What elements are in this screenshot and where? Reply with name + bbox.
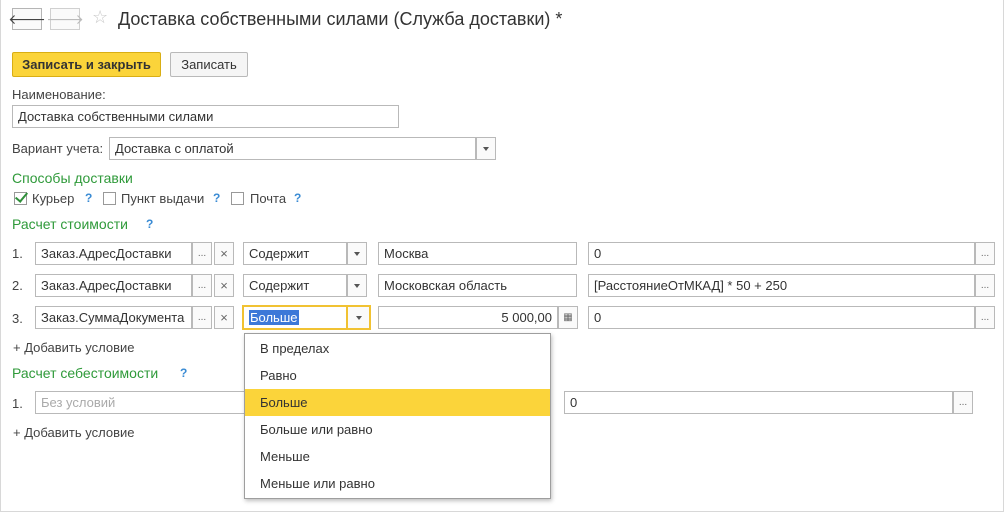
accounting-dropdown-button[interactable] — [476, 137, 496, 160]
row-condition-select[interactable]: Содержит — [243, 242, 347, 265]
row-number: 2. — [12, 278, 23, 293]
checkbox-pickup[interactable] — [103, 192, 116, 205]
checkbox-pickup-label: Пункт выдачи — [121, 191, 205, 206]
row-field-input[interactable]: Заказ.АдресДоставки — [35, 274, 192, 297]
row-condition-dropdown-button[interactable] — [347, 242, 367, 265]
name-input[interactable]: Доставка собственными силами — [12, 105, 399, 128]
row-field-clear-button[interactable]: × — [214, 274, 234, 297]
row-number: 1. — [12, 396, 23, 411]
row-condition-select[interactable]: Содержит — [243, 274, 347, 297]
row-field-select-button[interactable]: ... — [192, 242, 212, 265]
add-condition-link[interactable]: + Добавить условие — [13, 425, 134, 440]
row-field-clear-button[interactable]: × — [214, 242, 234, 265]
close-icon: × — [220, 246, 228, 261]
row-number: 1. — [12, 246, 23, 261]
help-icon[interactable]: ? — [294, 191, 301, 205]
row-field-input[interactable]: Заказ.СуммаДокумента — [35, 306, 192, 329]
row-value-input[interactable]: Москва — [378, 242, 577, 265]
row-value-calculator-button[interactable]: ▦ — [558, 306, 578, 329]
help-icon[interactable]: ? — [180, 366, 187, 380]
back-button[interactable]: 🡐 — [8, 8, 46, 30]
chevron-down-icon — [355, 315, 362, 320]
dropdown-option[interactable]: Равно — [245, 362, 550, 389]
arrow-right-icon: 🡒 — [46, 10, 84, 27]
dropdown-option[interactable]: Меньше — [245, 443, 550, 470]
forward-button[interactable]: 🡒 — [46, 8, 84, 30]
help-icon[interactable]: ? — [85, 191, 92, 205]
close-icon: × — [220, 278, 228, 293]
row-formula-input[interactable]: 0 — [588, 242, 975, 265]
page-title: Доставка собственными силами (Служба дос… — [118, 9, 563, 29]
row-field-select-button[interactable]: ... — [192, 306, 212, 329]
selected-text: Больше — [249, 310, 299, 325]
dropdown-option[interactable]: Меньше или равно — [245, 470, 550, 497]
arrow-left-icon: 🡐 — [8, 10, 46, 27]
row-value-input[interactable]: 5 000,00 — [378, 306, 558, 329]
row-formula-input[interactable]: [РасстояниеОтМКАД] * 50 + 250 — [588, 274, 975, 297]
row-field-clear-button[interactable]: × — [214, 306, 234, 329]
row-field-select-button[interactable]: ... — [192, 274, 212, 297]
row-formula-edit-button[interactable]: ... — [975, 242, 995, 265]
checkbox-post-label: Почта — [250, 191, 287, 206]
cost-calc-title: Расчет стоимости — [12, 216, 128, 232]
prime-field-input[interactable]: Без условий — [35, 391, 250, 414]
dropdown-option-selected[interactable]: Больше — [245, 389, 550, 416]
condition-dropdown-list: В пределах Равно Больше Больше или равно… — [244, 333, 551, 499]
save-close-button[interactable]: Записать и закрыть — [12, 52, 161, 77]
chevron-down-icon — [354, 283, 360, 288]
prime-formula-edit-button[interactable]: ... — [953, 391, 973, 414]
close-icon: × — [220, 310, 228, 325]
help-icon[interactable]: ? — [213, 191, 220, 205]
prime-cost-title: Расчет себестоимости — [12, 365, 159, 381]
checkbox-post[interactable] — [231, 192, 244, 205]
row-formula-edit-button[interactable]: ... — [975, 306, 995, 329]
add-condition-link[interactable]: + Добавить условие — [13, 340, 134, 355]
accounting-select[interactable]: Доставка с оплатой — [109, 137, 476, 160]
dropdown-option[interactable]: В пределах — [245, 335, 550, 362]
delivery-methods-title: Способы доставки — [12, 170, 133, 186]
row-formula-input[interactable]: 0 — [588, 306, 975, 329]
row-number: 3. — [12, 311, 23, 326]
dropdown-option[interactable]: Больше или равно — [245, 416, 550, 443]
star-icon[interactable]: ☆ — [92, 7, 108, 28]
chevron-down-icon — [354, 251, 360, 256]
checkbox-courier[interactable] — [14, 192, 27, 205]
row-field-input[interactable]: Заказ.АдресДоставки — [35, 242, 192, 265]
row-value-input[interactable]: Московская область — [378, 274, 577, 297]
chevron-down-icon — [483, 146, 489, 151]
checkbox-courier-label: Курьер — [32, 191, 75, 206]
name-label: Наименование: — [12, 87, 106, 102]
calculator-icon: ▦ — [563, 312, 573, 323]
row-condition-dropdown-button[interactable] — [346, 305, 371, 330]
row-formula-edit-button[interactable]: ... — [975, 274, 995, 297]
row-condition-select[interactable]: Больше — [242, 305, 348, 330]
prime-formula-input[interactable]: 0 — [564, 391, 953, 414]
accounting-label: Вариант учета: — [12, 141, 104, 156]
help-icon[interactable]: ? — [146, 217, 153, 231]
row-condition-dropdown-button[interactable] — [347, 274, 367, 297]
save-button[interactable]: Записать — [170, 52, 248, 77]
